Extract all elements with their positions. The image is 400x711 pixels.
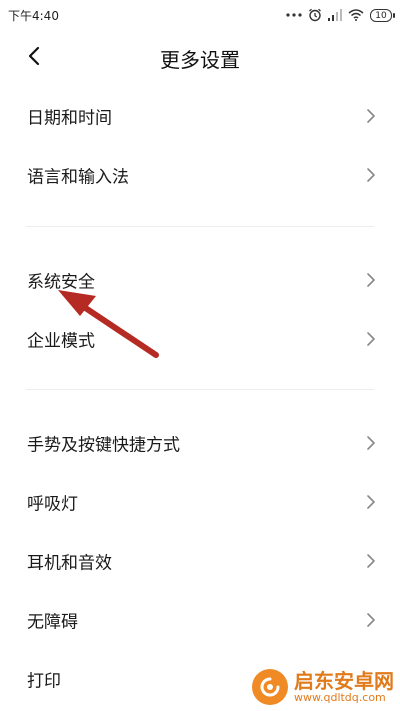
watermark-logo-icon (252, 669, 288, 705)
list-item-system-security[interactable]: 系统安全 (0, 251, 400, 309)
list-item-language-input[interactable]: 语言和输入法 (0, 146, 400, 204)
list-item-gestures-shortcuts[interactable]: 手势及按键快捷方式 (0, 414, 400, 472)
wifi-icon (348, 9, 364, 21)
item-label: 系统安全 (27, 272, 95, 293)
page-title: 更多设置 (160, 48, 240, 72)
list-item-accessibility[interactable]: 无障碍 (0, 591, 400, 649)
item-label: 呼吸灯 (27, 494, 78, 515)
watermark: 启东安卓网 www.qdltdq.com (252, 669, 394, 705)
battery-icon: 10 (370, 8, 395, 22)
status-time: 下午4:40 (8, 9, 59, 23)
signal-icon (328, 9, 342, 21)
list-item-headphones-audio[interactable]: 耳机和音效 (0, 532, 400, 590)
chevron-right-icon (367, 436, 375, 450)
item-label: 无障碍 (27, 612, 78, 633)
section-divider (26, 226, 374, 227)
chevron-right-icon (367, 495, 375, 509)
chevron-right-icon (367, 109, 375, 123)
status-icons: 10 (286, 6, 395, 24)
item-label: 耳机和音效 (27, 553, 112, 574)
section-divider (26, 389, 374, 390)
chevron-right-icon (367, 613, 375, 627)
watermark-title: 启东安卓网 (294, 668, 394, 693)
header: 更多设置 (0, 30, 400, 86)
item-label: 日期和时间 (27, 108, 112, 129)
chevron-right-icon (367, 554, 375, 568)
list-item-breathing-light[interactable]: 呼吸灯 (0, 473, 400, 531)
status-bar: 下午4:40 10 (0, 0, 400, 30)
watermark-url: www.qdltdq.com (294, 690, 386, 704)
item-label: 打印 (27, 671, 61, 692)
dots-icon (286, 12, 302, 18)
item-label: 手势及按键快捷方式 (27, 435, 180, 456)
chevron-right-icon (367, 273, 375, 287)
watermark-text: 启东安卓网 www.qdltdq.com (294, 670, 394, 704)
list-item-enterprise-mode[interactable]: 企业模式 (0, 310, 400, 368)
alarm-icon (308, 8, 322, 22)
chevron-right-icon (367, 168, 375, 182)
item-label: 语言和输入法 (27, 167, 129, 188)
chevron-right-icon (367, 332, 375, 346)
item-label: 企业模式 (27, 331, 95, 352)
list-item-date-time[interactable]: 日期和时间 (0, 87, 400, 145)
